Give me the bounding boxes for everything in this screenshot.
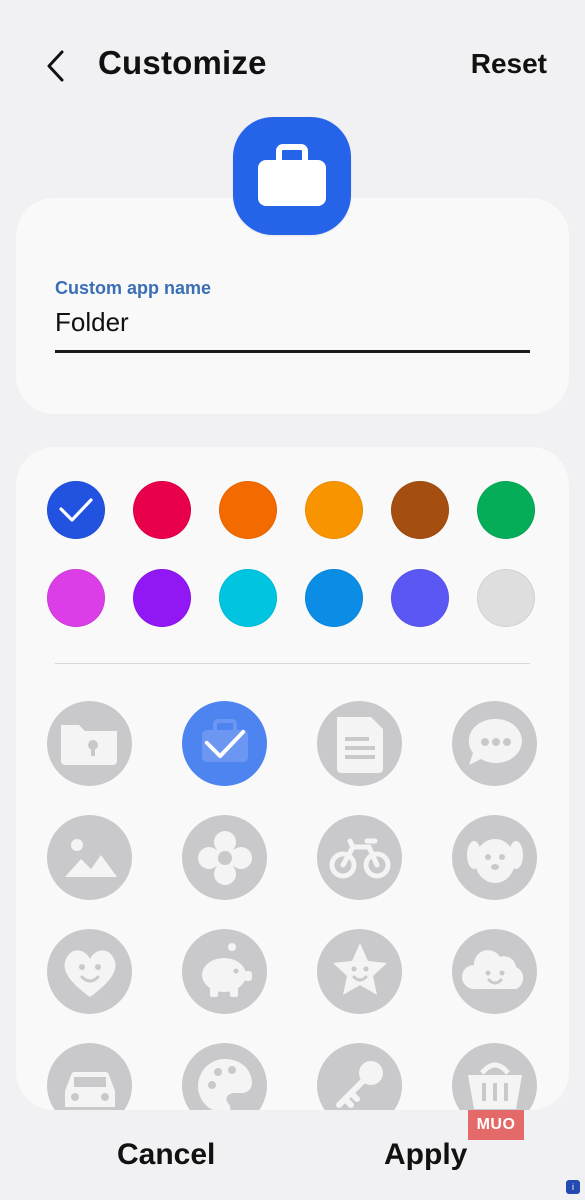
flower-icon: [198, 831, 252, 885]
document-icon: [337, 717, 383, 773]
corner-badge: i: [566, 1180, 580, 1194]
briefcase-icon: [258, 144, 326, 206]
color-swatch-purple[interactable]: [133, 569, 191, 627]
custom-app-name-label: Custom app name: [55, 278, 212, 298]
apply-button[interactable]: Apply: [384, 1138, 467, 1172]
color-swatch-dark-orange[interactable]: [219, 481, 277, 539]
divider: [55, 663, 530, 664]
checkmark-icon: [204, 729, 245, 758]
icon-option-chat-bubble[interactable]: [452, 701, 537, 786]
bicycle-icon: [329, 838, 391, 879]
dog-icon: [467, 839, 523, 883]
icon-option-piggy-bank[interactable]: [182, 929, 267, 1014]
car-icon: [65, 1071, 115, 1107]
color-swatch-indigo[interactable]: [391, 569, 449, 627]
icon-option-basket[interactable]: [452, 1043, 537, 1110]
icon-option-folder-lock[interactable]: [47, 701, 132, 786]
folder-lock-icon: [61, 725, 117, 765]
style-picker-card: [16, 447, 569, 1110]
reset-button[interactable]: Reset: [471, 48, 547, 80]
cloud-face-icon: [462, 950, 524, 989]
basket-icon: [468, 1062, 522, 1109]
icon-option-briefcase[interactable]: [182, 701, 267, 786]
back-button[interactable]: [36, 44, 76, 88]
checkmark-icon: [59, 498, 93, 522]
image-icon: [65, 839, 117, 877]
color-swatch-magenta[interactable]: [47, 569, 105, 627]
color-swatch-green[interactable]: [477, 481, 535, 539]
chevron-left-icon: [47, 50, 64, 82]
watermark-logo: MUO: [468, 1110, 524, 1140]
icon-option-bicycle[interactable]: [317, 815, 402, 900]
icon-option-palette[interactable]: [182, 1043, 267, 1110]
palette-icon: [198, 1059, 252, 1110]
header: Customize Reset: [0, 0, 585, 130]
icon-option-dog[interactable]: [452, 815, 537, 900]
color-swatch-red[interactable]: [133, 481, 191, 539]
heart-face-icon: [64, 950, 116, 997]
color-swatch-light-gray[interactable]: [477, 569, 535, 627]
cancel-button[interactable]: Cancel: [117, 1138, 215, 1172]
page-title: Customize: [98, 44, 267, 81]
color-swatch-cyan[interactable]: [219, 569, 277, 627]
color-swatch-blue[interactable]: [47, 481, 105, 539]
icon-option-flower[interactable]: [182, 815, 267, 900]
color-swatch-sky-blue[interactable]: [305, 569, 363, 627]
piggy-bank-icon: [202, 943, 252, 997]
color-swatch-brown[interactable]: [391, 481, 449, 539]
icon-option-heart-face[interactable]: [47, 929, 132, 1014]
icon-option-key[interactable]: [317, 1043, 402, 1110]
chat-bubble-icon: [468, 718, 522, 765]
icon-option-document[interactable]: [317, 701, 402, 786]
icon-option-image[interactable]: [47, 815, 132, 900]
app-icon-preview: [233, 117, 351, 235]
icon-option-car[interactable]: [47, 1043, 132, 1110]
star-face-icon: [333, 943, 387, 995]
color-swatch-orange[interactable]: [305, 481, 363, 539]
icon-option-star-face[interactable]: [317, 929, 402, 1014]
icon-option-cloud-face[interactable]: [452, 929, 537, 1014]
custom-app-name-input[interactable]: Folder: [55, 303, 530, 353]
key-icon: [336, 1061, 383, 1108]
